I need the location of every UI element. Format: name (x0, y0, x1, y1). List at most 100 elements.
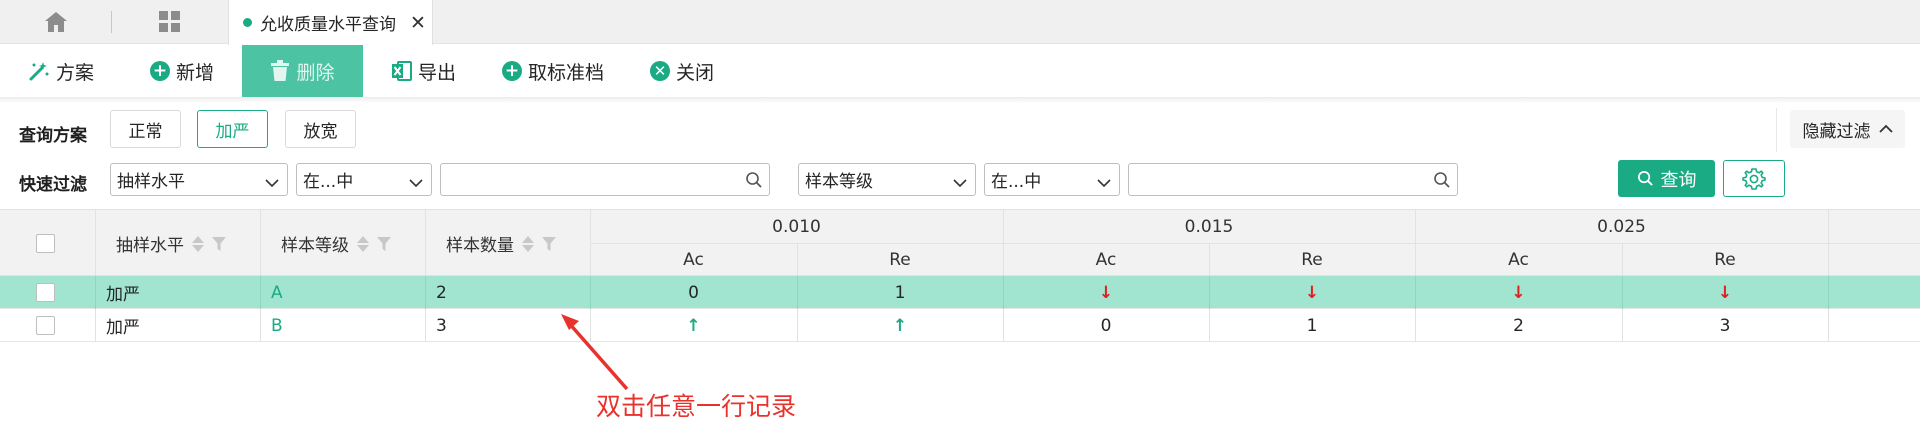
chevron-down-icon (409, 173, 423, 193)
filter-icon[interactable] (212, 236, 226, 251)
filter-operator-1-select[interactable]: 在...中 (296, 163, 432, 196)
export-label: 导出 (418, 61, 457, 84)
col-header-label: 样本等级 (281, 236, 349, 256)
search-icon[interactable] (745, 171, 763, 194)
chevron-up-icon (1878, 124, 1893, 134)
annotation-text: 双击任意一行记录 (596, 392, 797, 421)
col-divider (95, 210, 96, 277)
scheme-chip-normal[interactable]: 正常 (110, 110, 181, 148)
grid-apps-icon[interactable] (150, 0, 190, 44)
arrow-down-icon: ↓ (1717, 282, 1733, 303)
search-icon (1637, 170, 1654, 187)
col-header-ac: Ac (683, 250, 704, 270)
close-button[interactable]: ✕ 关闭 (650, 45, 714, 97)
tab-active-dot (243, 18, 252, 27)
scheme-chip-tightened[interactable]: 加严 (197, 110, 268, 148)
search-icon[interactable] (1433, 171, 1451, 194)
chevron-down-icon (953, 173, 967, 193)
col-group-0-025: 0.025 (1597, 216, 1646, 237)
add-label: 新增 (176, 61, 215, 84)
chevron-down-icon (1097, 173, 1111, 193)
col-divider (1828, 276, 1829, 309)
table-row[interactable]: 加严 B 3 ↑ ↑ 0 1 2 3 (0, 309, 1920, 342)
col-header-label: 抽样水平 (116, 236, 184, 256)
col-header-sample-count[interactable]: 样本数量 (446, 210, 556, 277)
cell-sampling-level: 加严 (106, 285, 140, 305)
add-button[interactable]: + 新增 (150, 45, 214, 97)
hide-filter-button[interactable]: 隐藏过滤 (1790, 110, 1905, 148)
close-label: 关闭 (676, 61, 715, 84)
take-standard-label: 取标准档 (528, 61, 605, 84)
annotation-arrow (561, 314, 629, 391)
query-label: 查询 (1660, 169, 1697, 191)
filter-field-1-select[interactable]: 抽样水平 (110, 163, 288, 196)
tab-title: 允收质量水平查询 (260, 15, 396, 35)
cell-sample-grade[interactable]: A (271, 276, 283, 309)
plus-circle-icon: + (150, 61, 170, 81)
col-header-re: Re (889, 250, 911, 270)
col-group-0-015: 0.015 (1184, 216, 1234, 237)
scheme-button[interactable]: 方案 (28, 45, 94, 97)
cell-ac-0-025: 2 (1513, 315, 1524, 336)
tab-bar: 允收质量水平查询 ✕ (0, 0, 1920, 45)
filter-icon[interactable] (377, 236, 391, 251)
col-divider (1828, 309, 1829, 342)
arrow-up-icon: ↑ (892, 315, 908, 336)
col-divider (425, 276, 426, 309)
query-button[interactable]: 查询 (1618, 160, 1715, 197)
filter-value-2-input[interactable] (1128, 163, 1458, 196)
filter-value-1-input[interactable] (440, 163, 770, 196)
excel-icon (392, 60, 412, 82)
toolbar: 方案 + 新增 删除 导出 + 取标准档 ✕ 关闭 (0, 45, 1920, 97)
delete-button[interactable]: 删除 (242, 45, 363, 97)
filter-operator-2-value: 在...中 (991, 172, 1042, 192)
filter-operator-2-select[interactable]: 在...中 (984, 163, 1120, 196)
col-divider (95, 276, 96, 309)
hide-filter-label: 隐藏过滤 (1802, 121, 1871, 142)
cell-ac-0-015: 0 (1100, 315, 1112, 336)
col-header-sample-grade[interactable]: 样本等级 (281, 210, 391, 277)
scheme-title: 查询方案 (19, 126, 87, 146)
col-group-0-010: 0.010 (772, 216, 821, 237)
filter-field-2-value: 样本等级 (805, 172, 873, 192)
row-checkbox[interactable] (36, 309, 55, 342)
scheme-label: 方案 (56, 61, 95, 84)
arrow-down-icon: ↓ (1304, 282, 1320, 303)
close-icon[interactable]: ✕ (410, 12, 426, 34)
col-divider (260, 276, 261, 309)
col-divider (95, 309, 96, 342)
export-button[interactable]: 导出 (392, 45, 456, 97)
arrow-down-icon: ↓ (1511, 282, 1526, 303)
col-header-ac: Ac (1508, 250, 1529, 270)
filter-field-2-select[interactable]: 样本等级 (798, 163, 976, 196)
filter-field-1-value: 抽样水平 (117, 172, 185, 192)
col-divider (260, 309, 261, 342)
tab-separator (111, 11, 112, 33)
sort-icon[interactable] (192, 235, 204, 252)
filter-icon[interactable] (542, 236, 556, 251)
cell-re-0-015: 1 (1306, 315, 1318, 336)
chevron-down-icon (265, 173, 279, 193)
table-header: 抽样水平 样本等级 样本数量 0.010 0.015 0.025 Ac Re A… (0, 209, 1920, 277)
filter-operator-1-value: 在...中 (303, 172, 354, 192)
delete-label: 删除 (296, 61, 335, 84)
row-checkbox[interactable] (36, 276, 55, 309)
col-header-re: Re (1301, 250, 1323, 270)
close-circle-icon: ✕ (650, 61, 670, 81)
cell-sample-count: 3 (436, 315, 447, 336)
take-standard-button[interactable]: + 取标准档 (502, 45, 604, 97)
home-icon[interactable] (36, 0, 76, 44)
col-header-label: 样本数量 (446, 236, 514, 256)
scheme-chip-relaxed[interactable]: 放宽 (285, 110, 356, 148)
cell-sample-grade[interactable]: B (271, 309, 283, 342)
sort-icon[interactable] (522, 235, 534, 252)
settings-button[interactable] (1723, 160, 1785, 197)
col-divider (425, 210, 426, 277)
tab-aql-query[interactable]: 允收质量水平查询 ✕ (228, 0, 433, 45)
gear-icon (1742, 167, 1766, 191)
sort-icon[interactable] (357, 235, 369, 252)
cell-sampling-level: 加严 (106, 318, 140, 338)
table-row[interactable]: 加严 A 2 0 1 ↓ ↓ ↓ ↓ (0, 276, 1920, 309)
select-all-checkbox[interactable] (36, 234, 55, 253)
col-header-sampling-level[interactable]: 抽样水平 (116, 210, 226, 277)
